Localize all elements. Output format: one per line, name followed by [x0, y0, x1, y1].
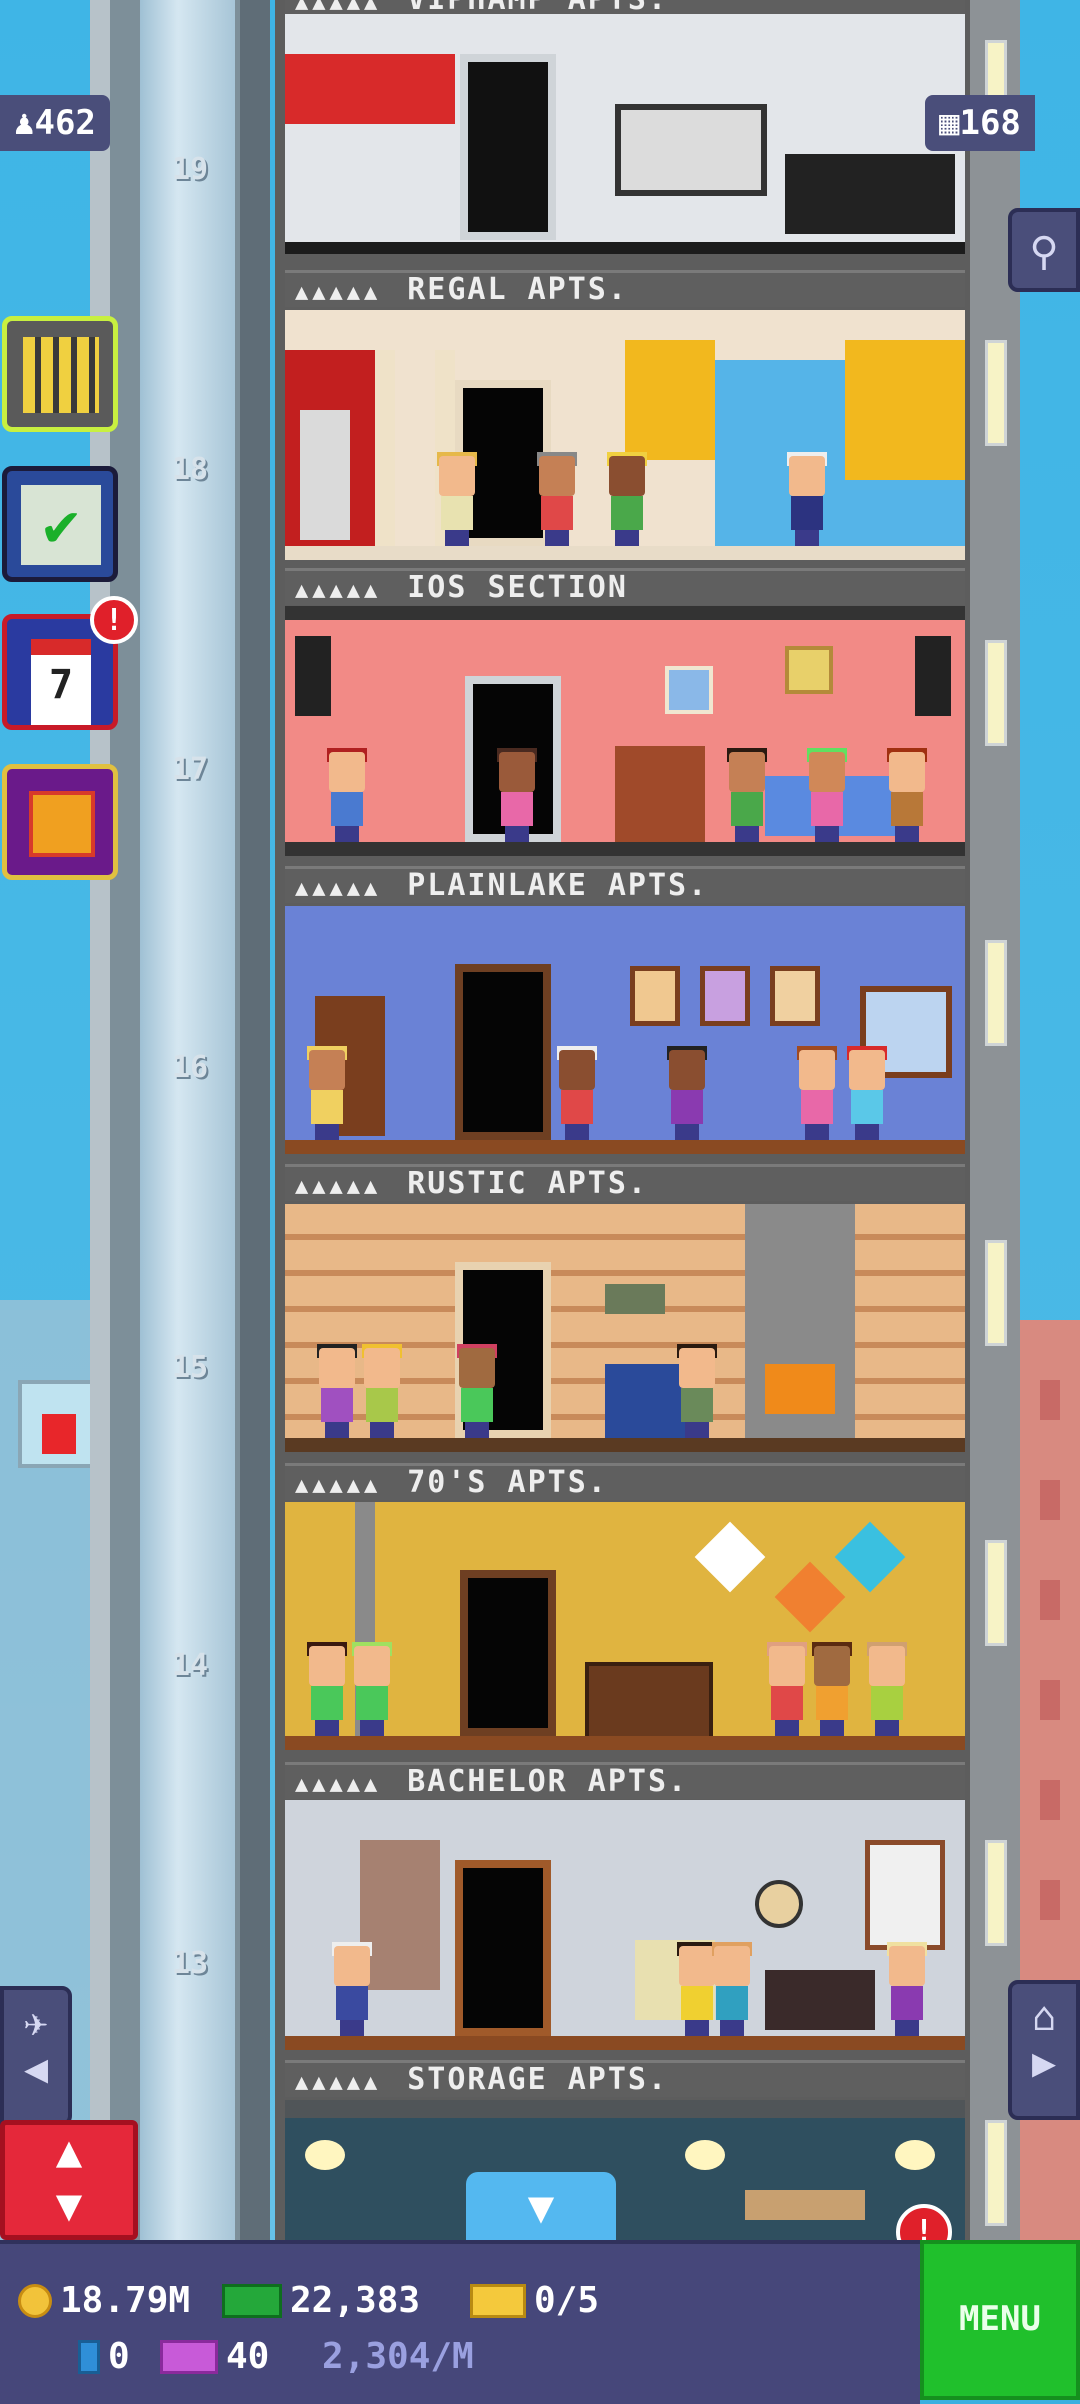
bitizen[interactable]: [315, 1344, 359, 1438]
bitizen[interactable]: [845, 1046, 889, 1140]
bitizen[interactable]: [725, 748, 769, 842]
floor-number-15: 15: [171, 1350, 209, 1385]
chevron-right-icon: ▶: [1031, 2040, 1057, 2086]
floor-label-15: ▲▲▲▲▲ 70'S APTS.: [285, 1463, 965, 1500]
floor-13-room[interactable]: [285, 1800, 965, 2050]
bitizen[interactable]: [865, 1642, 909, 1736]
floor-label-18: ▲▲▲▲▲ IOS SECTION: [285, 568, 965, 605]
bitizen[interactable]: [305, 1046, 349, 1140]
bitizen[interactable]: [330, 1942, 374, 2036]
airport-nav-button[interactable]: ✈ ◀: [0, 1986, 72, 2126]
bitizen[interactable]: [350, 1642, 394, 1736]
coin-icon: [18, 2283, 52, 2318]
bitizen[interactable]: [805, 748, 849, 842]
elevator-down-icon: ▼: [55, 2180, 83, 2231]
home-icon: ⌂: [1031, 1994, 1057, 2040]
floor-label-13: ▲▲▲▲▲ STORAGE APTS.: [285, 2060, 965, 2097]
calendar-icon: 7: [31, 639, 91, 725]
floor-number-13: 13: [171, 1946, 209, 1981]
bux-icon: [78, 2339, 100, 2374]
floor-19-room[interactable]: [285, 14, 965, 254]
bitizen[interactable]: [435, 452, 479, 546]
elevator-glass: [140, 0, 235, 2240]
floor-label-19: ▲▲▲▲▲ REGAL APTS.: [285, 270, 965, 307]
floor-number-14: 14: [171, 1648, 209, 1683]
floor-number-16: 16: [171, 1050, 209, 1085]
bitizen[interactable]: [710, 1942, 754, 2036]
floors-grid-icon: ▦: [939, 103, 960, 143]
floor-12-room[interactable]: [285, 2100, 965, 2240]
bitizen[interactable]: [795, 1046, 839, 1140]
bitizen[interactable]: [605, 452, 649, 546]
chevron-down-icon: ▼: [527, 2182, 555, 2233]
resource-hud: 18.79M 22,383 0/5 0 40 2,304/M: [0, 2240, 920, 2404]
statue: [300, 410, 350, 540]
floor-count-badge[interactable]: ▦168: [925, 95, 1035, 151]
elevator-button[interactable]: ▲ ▼: [0, 2120, 138, 2240]
lobby-nav-button[interactable]: ⌂ ▶: [1008, 1980, 1080, 2120]
floor-label-14: ▲▲▲▲▲ BACHELOR APTS.: [285, 1762, 965, 1799]
building-icon: [23, 337, 99, 413]
tower-edge: [970, 0, 1020, 2240]
bitizen[interactable]: [360, 1344, 404, 1438]
bitizen[interactable]: [785, 452, 829, 546]
missions-button[interactable]: ✔: [2, 466, 118, 582]
floor-17-room[interactable]: [285, 606, 965, 856]
floor-number-19: 19: [171, 152, 209, 187]
bitizen[interactable]: [305, 1642, 349, 1736]
vip-icon: [160, 2339, 218, 2374]
cash-icon: [222, 2283, 282, 2318]
bitizen[interactable]: [885, 1942, 929, 2036]
people-icon: ♟: [14, 103, 35, 143]
chevron-left-icon: ◀: [23, 2046, 49, 2092]
airplane-icon: ✈: [23, 2000, 49, 2046]
magnifier-icon: ⚲: [1029, 229, 1059, 275]
floor-label-17: ▲▲▲▲▲ PLAINLAKE APTS.: [285, 866, 965, 903]
income-rate: 2,304/M: [322, 2336, 474, 2377]
bitizen[interactable]: [325, 748, 369, 842]
bitizen[interactable]: [535, 452, 579, 546]
bitizen[interactable]: [495, 748, 539, 842]
bitizen[interactable]: [665, 1046, 709, 1140]
checklist-icon: ✔: [21, 485, 101, 565]
vip-counter[interactable]: 40: [160, 2336, 269, 2377]
floor-18-room[interactable]: [285, 310, 965, 560]
tickets-counter[interactable]: 0/5: [470, 2280, 599, 2321]
scroll-down-button[interactable]: ▼: [466, 2172, 616, 2244]
floor-15-room[interactable]: [285, 1204, 965, 1452]
population-badge[interactable]: ♟462: [0, 95, 110, 151]
elevator-rail-right: [240, 0, 270, 2240]
gift-button[interactable]: [2, 764, 118, 880]
tower-overview-button[interactable]: [2, 316, 118, 432]
floor-label-16: ▲▲▲▲▲ RUSTIC APTS.: [285, 1164, 965, 1201]
coins-counter[interactable]: 18.79M: [18, 2280, 190, 2321]
ticket-icon: [470, 2283, 526, 2318]
search-button[interactable]: ⚲: [1008, 208, 1080, 292]
gift-icon: [29, 791, 95, 857]
bitizen[interactable]: [885, 748, 929, 842]
floor-14-room[interactable]: [285, 1502, 965, 1750]
bitizen[interactable]: [765, 1642, 809, 1736]
bitizen-bux-counter[interactable]: 0: [78, 2336, 130, 2377]
floor-number-17: 17: [171, 752, 209, 787]
bitizen[interactable]: [555, 1046, 599, 1140]
billboard-fries: [18, 1380, 96, 1468]
calendar-alert-badge: !: [90, 596, 138, 644]
menu-button[interactable]: MENU: [920, 2240, 1080, 2400]
tower-bux-counter[interactable]: 22,383: [222, 2280, 420, 2321]
bitizen[interactable]: [810, 1642, 854, 1736]
floor-number-18: 18: [171, 452, 209, 487]
elevator-up-icon: ▲: [55, 2126, 83, 2177]
bitizen[interactable]: [675, 1344, 719, 1438]
bitizen[interactable]: [455, 1344, 499, 1438]
floor-16-room[interactable]: [285, 906, 965, 1154]
